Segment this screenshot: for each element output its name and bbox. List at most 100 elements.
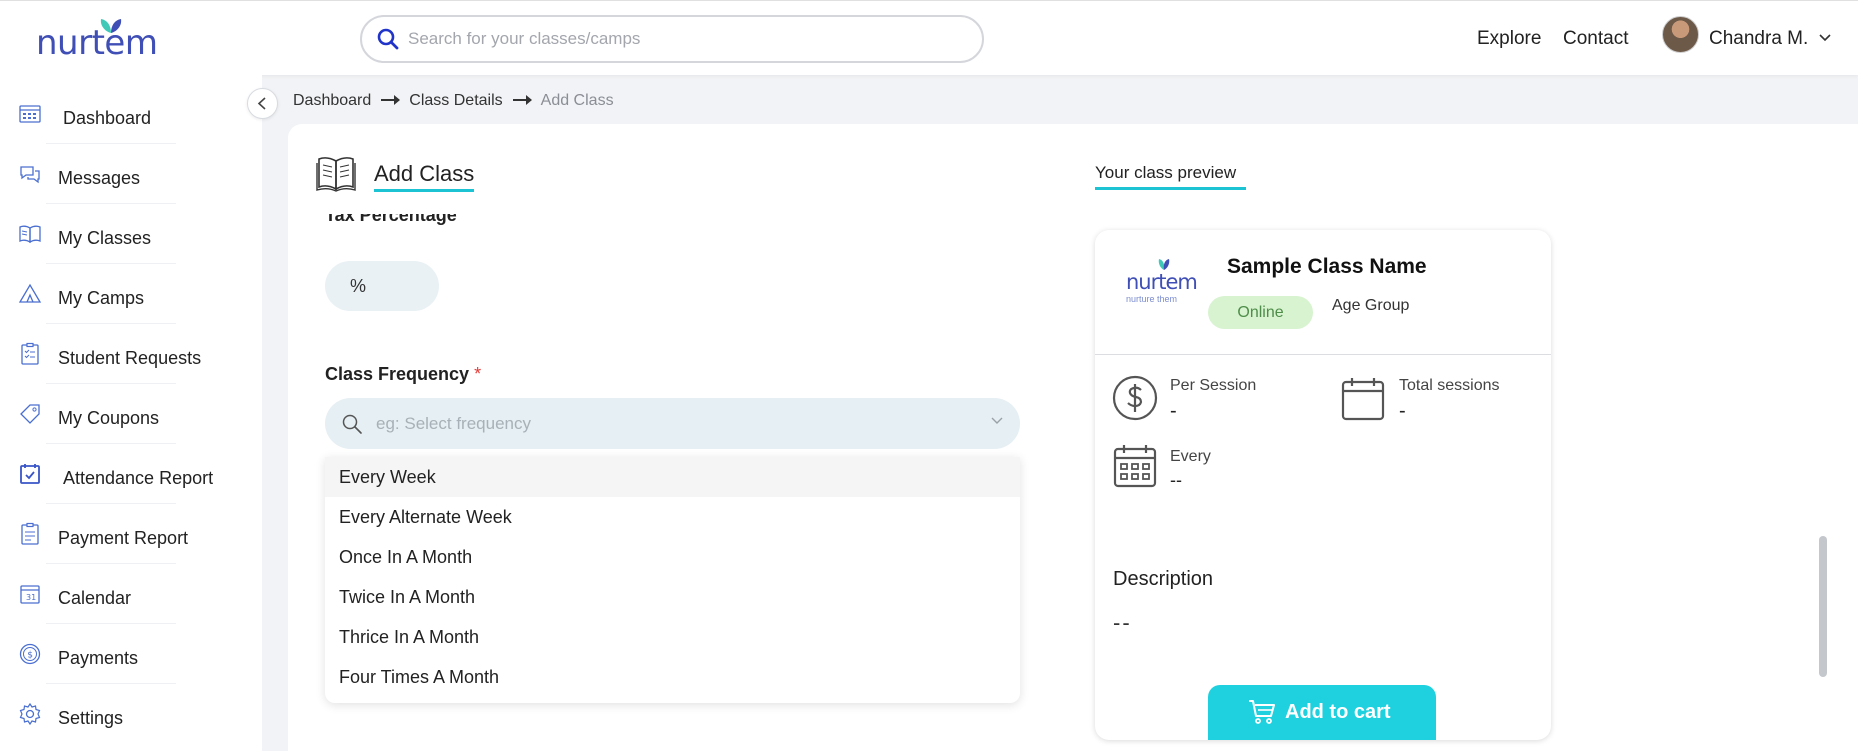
- svg-text:$: $: [27, 651, 33, 661]
- divider: [46, 383, 176, 384]
- option-twice-in-a-month[interactable]: Twice In A Month: [325, 577, 1020, 617]
- preview-title: Your class preview: [1095, 163, 1237, 182]
- preview-class-name: Sample Class Name: [1227, 255, 1427, 278]
- class-frequency-label-text: Class Frequency: [325, 364, 470, 384]
- breadcrumb-dashboard[interactable]: Dashboard: [293, 92, 371, 109]
- option-every-alternate-week[interactable]: Every Alternate Week: [325, 497, 1020, 537]
- user-name[interactable]: Chandra M.: [1709, 28, 1808, 50]
- leaf-icon: [100, 19, 122, 33]
- total-sessions-value: -: [1399, 400, 1406, 422]
- arrow-right-icon: [381, 94, 401, 105]
- frequency-dropdown: Every Week Every Alternate Week Once In …: [325, 457, 1020, 703]
- option-once-in-a-month[interactable]: Once In A Month: [325, 537, 1020, 577]
- sidebar-item-payment-report[interactable]: Payment Report: [0, 518, 240, 564]
- tag-icon: [20, 404, 40, 424]
- option-thrice-in-a-month[interactable]: Thrice In A Month: [325, 617, 1020, 657]
- sidebar-item-dashboard[interactable]: Dashboard: [0, 98, 240, 144]
- sidebar-item-calendar[interactable]: 31 Calendar: [0, 578, 240, 624]
- add-to-cart-label: Add to cart: [1285, 701, 1391, 723]
- arrow-right-icon: [512, 94, 532, 105]
- dollar-icon: [1112, 375, 1158, 421]
- sidebar-item-label: Calendar: [58, 588, 132, 608]
- preview-logo-tagline: nurture them: [1126, 294, 1178, 304]
- clipboard-icon: [21, 342, 39, 365]
- sidebar-item-settings[interactable]: Settings: [0, 698, 240, 738]
- top-header: nurtem Explore Contact Chandra M.: [0, 0, 1858, 75]
- avatar[interactable]: [1662, 16, 1699, 53]
- nav-explore[interactable]: Explore: [1477, 28, 1541, 50]
- option-four-times-a-month[interactable]: Four Times A Month: [325, 657, 1020, 697]
- dollar-icon: $: [19, 643, 41, 665]
- tax-percentage-input[interactable]: %: [325, 261, 439, 311]
- total-sessions-label: Total sessions: [1399, 377, 1500, 394]
- tax-percentage-label: Tax Percentage: [325, 214, 457, 225]
- sidebar-item-my-coupons[interactable]: My Coupons: [0, 398, 240, 444]
- sidebar: Dashboard Messages My Classes My Camps S…: [0, 75, 262, 751]
- calendar-grid-icon: [1113, 445, 1157, 488]
- divider: [46, 563, 176, 564]
- search-icon: [342, 414, 362, 434]
- search-input[interactable]: [408, 27, 968, 51]
- page-title: Add Class: [374, 161, 475, 186]
- messages-icon: [20, 166, 40, 184]
- description-value: --: [1113, 610, 1132, 635]
- frequency-placeholder: eg: Select frequency: [376, 414, 531, 433]
- sidebar-item-label: Student Requests: [58, 348, 202, 368]
- class-frequency-label: Class Frequency *: [325, 364, 481, 385]
- divider: [46, 623, 176, 624]
- frequency-select[interactable]: eg: Select frequency: [325, 398, 1020, 449]
- divider: [46, 143, 176, 144]
- option-every-week[interactable]: Every Week: [325, 457, 1020, 497]
- calendar-icon: [1341, 378, 1385, 421]
- book-icon: [19, 225, 41, 244]
- search-icon: [377, 28, 399, 50]
- every-label: Every: [1170, 448, 1211, 465]
- per-session-label: Per Session: [1170, 377, 1257, 394]
- cart-icon: [1249, 700, 1275, 724]
- age-group-label: Age Group: [1332, 297, 1410, 314]
- chevron-left-icon: [257, 97, 266, 110]
- calendar-icon: 31: [20, 585, 40, 604]
- collapse-sidebar-button[interactable]: [247, 88, 278, 119]
- breadcrumb: Dashboard Class Details Add Class: [293, 92, 614, 110]
- sidebar-item-my-classes[interactable]: My Classes: [0, 218, 240, 264]
- nurtem-logo[interactable]: nurtem: [36, 23, 158, 63]
- every-value: --: [1170, 470, 1182, 490]
- per-session-value: -: [1170, 400, 1177, 422]
- sidebar-item-student-requests[interactable]: Student Requests: [0, 338, 240, 384]
- chevron-down-icon: [991, 417, 1003, 424]
- divider: [46, 263, 176, 264]
- sidebar-item-label: Settings: [58, 708, 124, 728]
- divider: [46, 443, 176, 444]
- preview-underline: [1095, 187, 1246, 190]
- search-bar[interactable]: [360, 15, 984, 63]
- status-badge: Online: [1208, 296, 1313, 329]
- dashboard-icon: [19, 105, 41, 123]
- report-icon: [21, 522, 39, 545]
- sidebar-item-my-camps[interactable]: My Camps: [0, 278, 240, 324]
- svg-text:31: 31: [26, 593, 36, 602]
- sidebar-item-payments[interactable]: $ Payments: [0, 638, 240, 684]
- divider: [46, 203, 176, 204]
- required-mark: *: [474, 364, 482, 384]
- sidebar-item-label: Messages: [58, 168, 141, 188]
- preview-logo: nurtem: [1126, 270, 1198, 294]
- description-label: Description: [1113, 568, 1214, 590]
- sidebar-item-label: My Camps: [58, 288, 145, 308]
- tent-icon: [18, 283, 42, 303]
- scrollbar-thumb[interactable]: [1819, 536, 1827, 677]
- sidebar-item-label: Dashboard: [63, 108, 152, 128]
- sidebar-item-messages[interactable]: Messages: [0, 158, 240, 204]
- gear-icon: [19, 702, 41, 726]
- add-to-cart-button[interactable]: Add to cart: [1208, 685, 1436, 740]
- sidebar-item-label: My Coupons: [58, 408, 160, 428]
- sidebar-item-label: My Classes: [58, 228, 152, 248]
- divider: [46, 323, 176, 324]
- nav-contact[interactable]: Contact: [1563, 28, 1628, 50]
- divider: [1095, 354, 1551, 355]
- chevron-down-icon[interactable]: [1818, 33, 1832, 43]
- breadcrumb-class-details[interactable]: Class Details: [409, 92, 502, 109]
- divider: [46, 683, 176, 684]
- sidebar-item-attendance-report[interactable]: Attendance Report: [0, 458, 240, 504]
- calendar-check-icon: [20, 464, 40, 484]
